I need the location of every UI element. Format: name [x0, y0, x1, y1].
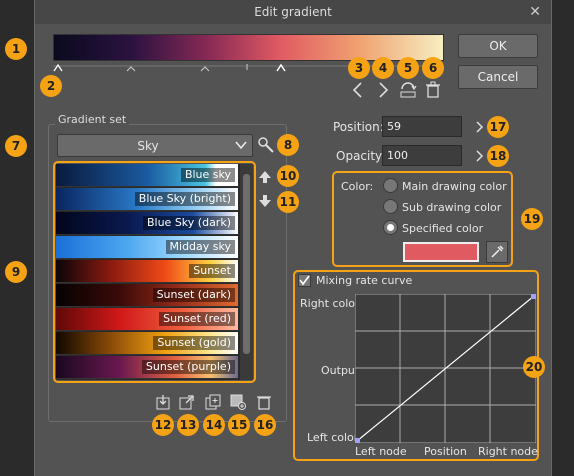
- list-item[interactable]: Sunset: [56, 260, 238, 283]
- callout-badge-12: 12: [152, 414, 174, 436]
- callout-badge-3: 3: [348, 57, 370, 79]
- dropdown-value: Sky: [137, 139, 159, 153]
- duplicate-gradient-icon[interactable]: [205, 394, 221, 410]
- specified-color-label[interactable]: Specified color: [402, 222, 483, 235]
- callout-badge-19: 19: [521, 208, 543, 230]
- window-title: Edit gradient: [254, 5, 332, 19]
- list-item[interactable]: Sunset (red): [56, 308, 238, 331]
- callout-badge-7: 7: [5, 135, 27, 157]
- list-item[interactable]: Blue Sky (dark): [56, 212, 238, 235]
- list-item[interactable]: Blue Sky (bright): [56, 188, 238, 211]
- specified-color-swatch[interactable]: [403, 242, 479, 262]
- main-color-radio[interactable]: [383, 178, 398, 193]
- wrench-icon[interactable]: [257, 136, 275, 154]
- sub-color-radio[interactable]: [383, 199, 398, 214]
- callout-badge-5: 5: [397, 57, 419, 79]
- list-item[interactable]: Sunset (purple): [56, 356, 238, 379]
- callout-badge-13: 13: [177, 414, 199, 436]
- color-label: Color:: [341, 180, 374, 193]
- position-input[interactable]: 59: [382, 116, 462, 137]
- callout-badge-10: 10: [277, 165, 299, 187]
- mixing-rate-checkbox[interactable]: [298, 274, 311, 287]
- ok-button[interactable]: OK: [458, 34, 538, 58]
- edit-gradient-dialog: Edit gradient ✕ OK Cancel 2 3 4 5 6 Grad…: [34, 0, 552, 476]
- delete-gradient-icon[interactable]: [256, 394, 272, 410]
- callout-badge-6: 6: [422, 57, 444, 79]
- gradient-list[interactable]: Blue sky Blue Sky (bright) Blue Sky (dar…: [56, 164, 253, 380]
- arrow-up-icon[interactable]: [258, 170, 272, 184]
- curve-output-label: Output: [321, 364, 360, 377]
- scroll-thumb[interactable]: [243, 174, 250, 354]
- reverse-nodes-icon[interactable]: [399, 81, 417, 99]
- callout-badge-8: 8: [277, 134, 299, 156]
- position-slider-arrow-icon[interactable]: [475, 120, 485, 137]
- add-gradient-icon[interactable]: [230, 394, 246, 410]
- callout-badge-18: 18: [487, 145, 509, 167]
- list-item[interactable]: Midday sky: [56, 236, 238, 259]
- close-icon[interactable]: ✕: [529, 0, 541, 24]
- cancel-button[interactable]: Cancel: [458, 65, 538, 89]
- callout-badge-9: 9: [5, 261, 27, 283]
- curve-left-node-label: Left node: [355, 445, 407, 458]
- opacity-slider-arrow-icon[interactable]: [475, 149, 485, 166]
- chevron-down-icon: [235, 138, 247, 155]
- chevron-left-icon[interactable]: [350, 81, 366, 99]
- gradient-set-label: Gradient set: [55, 113, 130, 126]
- mixing-rate-label[interactable]: Mixing rate curve: [316, 274, 412, 287]
- callout-badge-14: 14: [203, 414, 225, 436]
- list-item[interactable]: Sunset (gold): [56, 332, 238, 355]
- callout-badge-4: 4: [372, 57, 394, 79]
- title-bar: Edit gradient ✕: [35, 0, 551, 24]
- callout-badge-16: 16: [254, 414, 276, 436]
- callout-badge-2: 2: [40, 75, 62, 97]
- export-gradient-icon[interactable]: [179, 394, 195, 410]
- arrow-down-icon[interactable]: [258, 194, 272, 208]
- curve-left-color-label: Left color: [307, 431, 359, 444]
- callout-badge-1: 1: [5, 38, 27, 60]
- callout-badge-17: 17: [487, 116, 509, 138]
- eyedropper-icon[interactable]: [486, 241, 508, 263]
- specified-color-radio[interactable]: [383, 220, 398, 235]
- list-scrollbar[interactable]: [240, 164, 253, 380]
- gradient-set-dropdown[interactable]: Sky: [57, 134, 253, 157]
- chevron-right-icon[interactable]: [375, 81, 391, 99]
- callout-badge-11: 11: [277, 191, 299, 213]
- curve-right-color-label: Right color: [300, 297, 360, 310]
- callout-badge-15: 15: [228, 414, 250, 436]
- callout-badge-20: 20: [523, 356, 545, 378]
- curve-right-node-label: Right node: [478, 445, 538, 458]
- curve-position-label: Position: [424, 445, 467, 458]
- list-item[interactable]: Blue sky: [56, 164, 238, 187]
- main-color-label[interactable]: Main drawing color: [402, 180, 507, 193]
- list-item[interactable]: Sunset (dark): [56, 284, 238, 307]
- opacity-input[interactable]: 100: [382, 145, 462, 166]
- mixing-rate-curve-graph[interactable]: [354, 293, 537, 444]
- opacity-label: Opacity:: [336, 149, 386, 163]
- position-label: Position:: [333, 120, 384, 134]
- import-gradient-icon[interactable]: [155, 394, 171, 410]
- trash-icon[interactable]: [425, 81, 441, 99]
- sub-color-label[interactable]: Sub drawing color: [402, 201, 501, 214]
